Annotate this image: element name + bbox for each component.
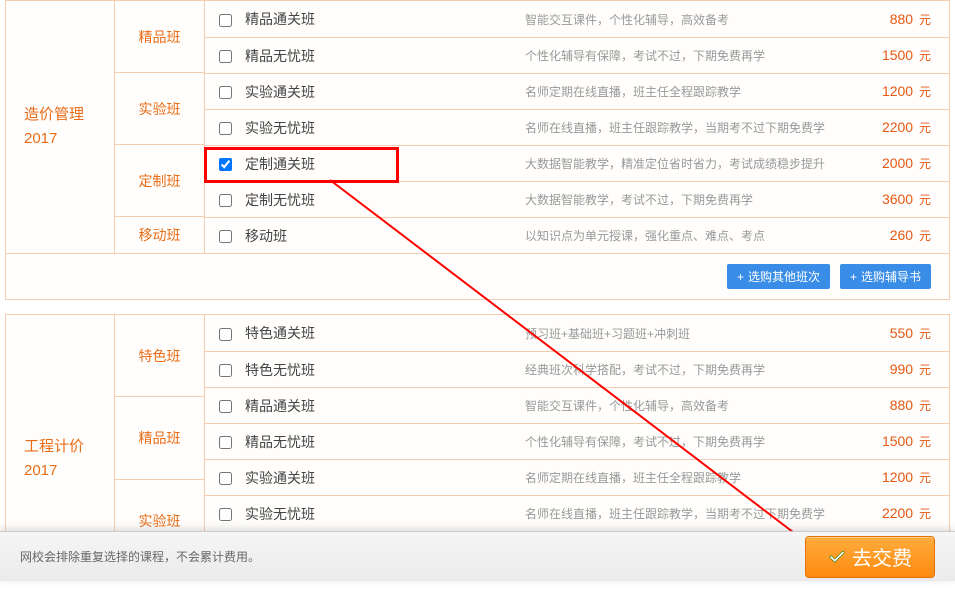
class-name: 定制通关班 [245, 154, 525, 174]
class-checkbox[interactable] [219, 364, 232, 377]
action-bar: 选购其他班次 选购辅导书 [6, 253, 949, 299]
class-price: 2000 元 [859, 155, 949, 172]
class-desc: 智能交互课件，个性化辅导，高效备考 [525, 397, 859, 414]
class-desc: 以知识点为单元授课，强化重点、难点、考点 [525, 227, 859, 244]
class-checkbox[interactable] [219, 400, 232, 413]
class-row: 精品无忧班个性化辅导有保障，考试不过，下期免费再学1500 元 [204, 37, 949, 73]
class-row: 特色通关班预习班+基础班+习题班+冲刺班550 元 [204, 315, 949, 351]
check-icon [828, 548, 846, 566]
course-name: 工程计价 [24, 435, 84, 459]
class-price: 3600 元 [859, 191, 949, 208]
class-price: 1200 元 [859, 83, 949, 100]
class-name: 移动班 [245, 226, 525, 246]
class-price: 1500 元 [859, 433, 949, 450]
class-row: 移动班以知识点为单元授课，强化重点、难点、考点260 元 [204, 217, 949, 253]
class-group-label: 精品班 [114, 1, 204, 72]
buy-other-classes-button[interactable]: 选购其他班次 [727, 264, 830, 289]
class-price: 990 元 [859, 361, 949, 378]
class-desc: 名师定期在线直播，班主任全程跟踪教学 [525, 469, 859, 486]
class-name: 特色无忧班 [245, 360, 525, 380]
class-name: 实验无忧班 [245, 504, 525, 524]
class-name: 精品无忧班 [245, 432, 525, 452]
class-checkbox[interactable] [219, 86, 232, 99]
course-year: 2017 [24, 459, 57, 483]
class-group-label: 移动班 [114, 216, 204, 253]
class-price: 880 元 [859, 397, 949, 414]
class-checkbox[interactable] [219, 472, 232, 485]
class-price: 880 元 [859, 11, 949, 28]
class-checkbox[interactable] [219, 14, 232, 27]
course-title: 造价管理 2017 [6, 1, 114, 253]
class-row: 精品通关班智能交互课件，个性化辅导，高效备考880 元 [204, 1, 949, 37]
class-name: 特色通关班 [245, 323, 525, 343]
class-name: 实验通关班 [245, 468, 525, 488]
buy-books-button[interactable]: 选购辅导书 [840, 264, 931, 289]
class-price: 2200 元 [859, 505, 949, 522]
class-row: 精品通关班智能交互课件，个性化辅导，高效备考880 元 [204, 387, 949, 423]
class-desc: 大数据智能教学，精准定位省时省力，考试成绩稳步提升 [525, 155, 859, 172]
class-desc: 名师在线直播，班主任跟踪教学，当期考不过下期免费学 [525, 505, 859, 522]
class-group-label: 精品班 [114, 396, 204, 478]
class-checkbox[interactable] [219, 328, 232, 341]
class-desc: 经典班次科学搭配，考试不过，下期免费再学 [525, 361, 859, 378]
class-group-label: 定制班 [114, 144, 204, 216]
checkout-button[interactable]: 去交费 [805, 536, 935, 578]
class-checkbox[interactable] [219, 230, 232, 243]
class-row: 实验通关班名师定期在线直播，班主任全程跟踪教学1200 元 [204, 73, 949, 109]
class-desc: 大数据智能教学，考试不过，下期免费再学 [525, 191, 859, 208]
class-name: 定制无忧班 [245, 190, 525, 210]
class-row: 实验通关班名师定期在线直播，班主任全程跟踪教学1200 元 [204, 459, 949, 495]
class-price: 550 元 [859, 325, 949, 342]
class-desc: 名师定期在线直播，班主任全程跟踪教学 [525, 83, 859, 100]
class-checkbox[interactable] [219, 158, 232, 171]
class-row: 特色无忧班经典班次科学搭配，考试不过，下期免费再学990 元 [204, 351, 949, 387]
class-price: 1500 元 [859, 47, 949, 64]
class-row: 定制通关班大数据智能教学，精准定位省时省力，考试成绩稳步提升2000 元 [204, 145, 949, 181]
class-price: 260 元 [859, 227, 949, 244]
class-desc: 预习班+基础班+习题班+冲刺班 [525, 325, 859, 342]
class-row: 定制无忧班大数据智能教学，考试不过，下期免费再学3600 元 [204, 181, 949, 217]
class-price: 1200 元 [859, 469, 949, 486]
course-year: 2017 [24, 127, 57, 151]
class-desc: 名师在线直播，班主任跟踪教学，当期考不过下期免费学 [525, 119, 859, 136]
class-group-label: 特色班 [114, 315, 204, 396]
class-desc: 个性化辅导有保障，考试不过，下期免费再学 [525, 47, 859, 64]
class-price: 2200 元 [859, 119, 949, 136]
class-checkbox[interactable] [219, 194, 232, 207]
class-checkbox[interactable] [219, 122, 232, 135]
class-row: 实验无忧班名师在线直播，班主任跟踪教学，当期考不过下期免费学2200 元 [204, 495, 949, 531]
course-name: 造价管理 [24, 103, 84, 127]
class-group-label: 实验班 [114, 72, 204, 144]
class-name: 精品无忧班 [245, 46, 525, 66]
class-desc: 个性化辅导有保障，考试不过，下期免费再学 [525, 433, 859, 450]
footer-bar: 网校会排除重复选择的课程，不会累计费用。 去交费 [0, 531, 955, 581]
class-checkbox[interactable] [219, 436, 232, 449]
course-title: 工程计价 2017 [6, 315, 114, 539]
class-row: 精品无忧班个性化辅导有保障，考试不过，下期免费再学1500 元 [204, 423, 949, 459]
class-desc: 智能交互课件，个性化辅导，高效备考 [525, 11, 859, 28]
class-name: 精品通关班 [245, 396, 525, 416]
class-name: 实验通关班 [245, 82, 525, 102]
class-name: 精品通关班 [245, 9, 525, 29]
class-group-label: 实验班 [114, 479, 204, 539]
class-row: 实验无忧班名师在线直播，班主任跟踪教学，当期考不过下期免费学2200 元 [204, 109, 949, 145]
class-name: 实验无忧班 [245, 118, 525, 138]
footer-note: 网校会排除重复选择的课程，不会累计费用。 [20, 548, 260, 565]
class-checkbox[interactable] [219, 508, 232, 521]
class-checkbox[interactable] [219, 50, 232, 63]
checkout-label: 去交费 [852, 542, 912, 571]
